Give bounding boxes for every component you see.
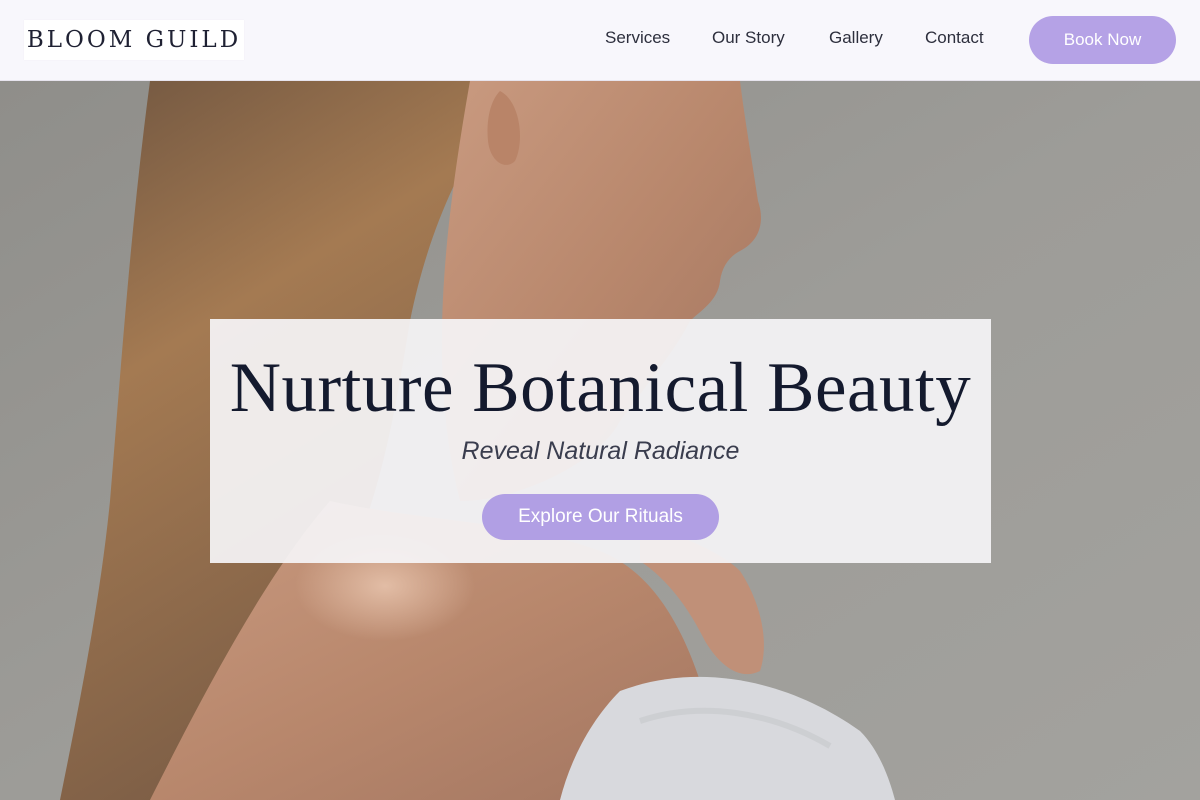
site-header: BLOOM GUILD Services Our Story Gallery C… [0, 0, 1200, 81]
nav-link-our-story[interactable]: Our Story [712, 28, 785, 48]
nav-link-gallery[interactable]: Gallery [829, 28, 883, 48]
hero-title: Nurture Botanical Beauty [229, 349, 972, 427]
hero-card: Nurture Botanical Beauty Reveal Natural … [210, 319, 991, 563]
hero-subtitle: Reveal Natural Radiance [461, 437, 740, 465]
nav-link-services[interactable]: Services [605, 28, 670, 48]
nav-link-contact[interactable]: Contact [925, 28, 984, 48]
book-now-button[interactable]: Book Now [1029, 16, 1176, 64]
explore-rituals-button[interactable]: Explore Our Rituals [482, 494, 719, 540]
hero-section: Nurture Botanical Beauty Reveal Natural … [0, 81, 1200, 800]
brand-logo[interactable]: BLOOM GUILD [24, 20, 244, 60]
